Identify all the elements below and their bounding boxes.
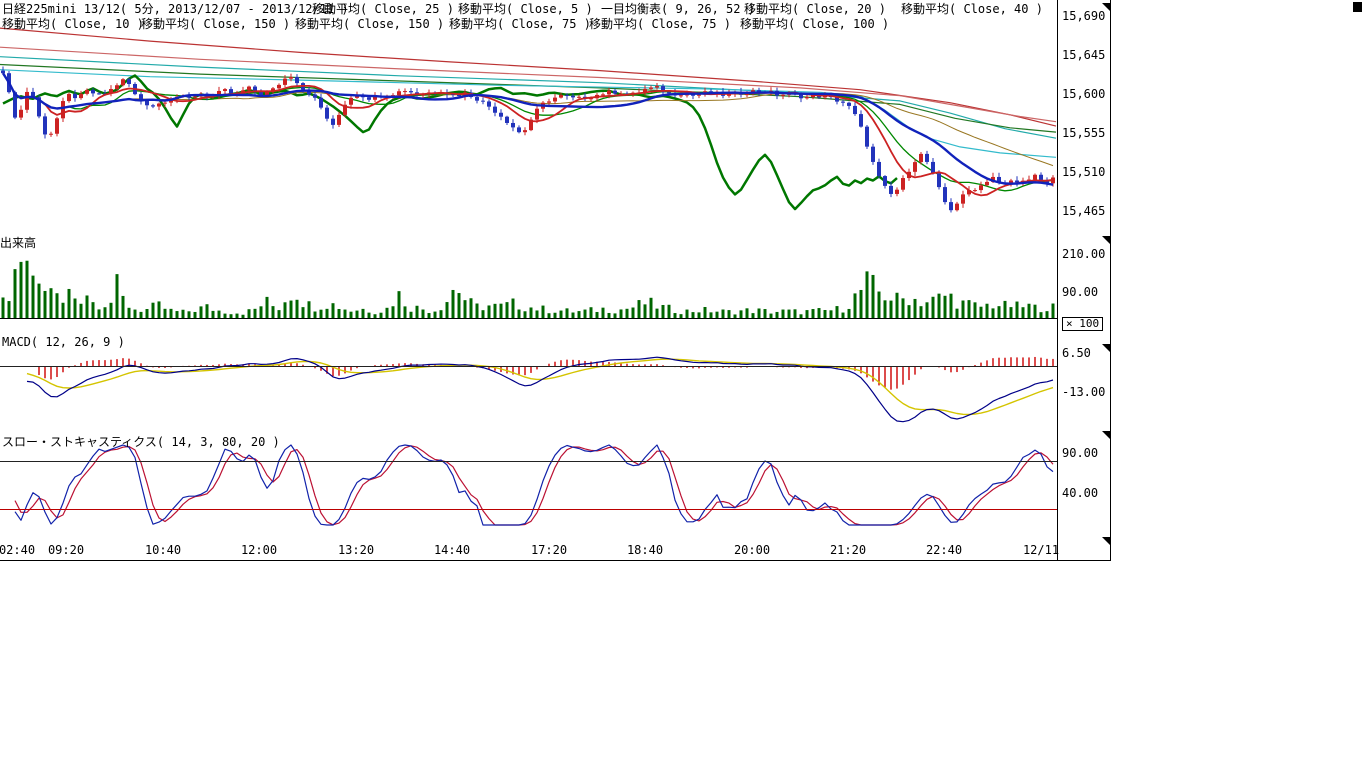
- panel-resize-handle-icon[interactable]: [1102, 537, 1111, 546]
- time-axis-label: 22:40: [926, 543, 962, 557]
- time-axis-label: 18:40: [627, 543, 663, 557]
- indicator-label[interactable]: 移動平均( Close, 20 ): [744, 2, 886, 16]
- macd-panel-title: MACD( 12, 26, 9 ): [2, 335, 125, 349]
- stoch-axis-tick: 40.00: [1062, 486, 1098, 500]
- volume-axis-tick: 210.00: [1062, 247, 1105, 261]
- indicator-label[interactable]: 移動平均( Close, 150 ): [141, 17, 290, 31]
- time-axis-label: 09:20: [48, 543, 84, 557]
- window-corner-icon: [1353, 2, 1362, 12]
- volume-multiplier-badge: × 100: [1062, 317, 1103, 331]
- price-axis-tick: 15,555: [1062, 126, 1105, 140]
- indicator-label[interactable]: 移動平均( Close, 75 ): [589, 17, 731, 31]
- time-axis-label: 14:40: [434, 543, 470, 557]
- panel-resize-handle-icon[interactable]: [1102, 236, 1111, 245]
- price-axis-tick: 15,645: [1062, 48, 1105, 62]
- chart-canvas[interactable]: [0, 0, 1366, 768]
- panel-resize-handle-icon[interactable]: [1102, 3, 1111, 12]
- macd-axis-tick: 6.50: [1062, 346, 1091, 360]
- stoch-panel-title: スロー・ストキャスティクス( 14, 3, 80, 20 ): [2, 433, 280, 450]
- indicator-label[interactable]: 移動平均( Close, 5 ): [458, 2, 593, 16]
- price-axis-tick: 15,690: [1062, 9, 1105, 23]
- volume-axis-tick: 90.00: [1062, 285, 1098, 299]
- indicator-label[interactable]: 移動平均( Close, 75 ): [449, 17, 591, 31]
- time-axis-label: 21:20: [830, 543, 866, 557]
- macd-axis-tick: -13.00: [1062, 385, 1105, 399]
- chart-title: 日経225mini 13/12( 5分, 2013/12/07 - 2013/1…: [2, 2, 349, 16]
- indicator-label[interactable]: 移動平均( Close, 25 ): [312, 2, 454, 16]
- time-axis-label: 12:00: [241, 543, 277, 557]
- indicator-label[interactable]: 移動平均( Close, 10 ): [2, 17, 144, 31]
- volume-panel-title: 出来高: [0, 234, 36, 251]
- panel-resize-handle-icon[interactable]: [1102, 431, 1111, 440]
- price-axis-tick: 15,600: [1062, 87, 1105, 101]
- indicator-label[interactable]: 一目均衡表( 9, 26, 52 ): [601, 2, 755, 16]
- time-axis-label: 12/11: [1023, 543, 1059, 557]
- price-axis-tick: 15,465: [1062, 204, 1105, 218]
- indicator-label[interactable]: 移動平均( Close, 150 ): [295, 17, 444, 31]
- indicator-label[interactable]: 移動平均( Close, 100 ): [740, 17, 889, 31]
- stoch-axis-tick: 90.00: [1062, 446, 1098, 460]
- time-axis-label: 10:40: [145, 543, 181, 557]
- time-axis-label: 02:40: [0, 543, 35, 557]
- time-axis-label: 20:00: [734, 543, 770, 557]
- time-axis-label: 13:20: [338, 543, 374, 557]
- indicator-label[interactable]: 移動平均( Close, 40 ): [901, 2, 1043, 16]
- price-axis-tick: 15,510: [1062, 165, 1105, 179]
- chart-application: 日経225mini 13/12( 5分, 2013/12/07 - 2013/1…: [0, 0, 1366, 768]
- panel-resize-handle-icon[interactable]: [1102, 344, 1111, 353]
- time-axis-label: 17:20: [531, 543, 567, 557]
